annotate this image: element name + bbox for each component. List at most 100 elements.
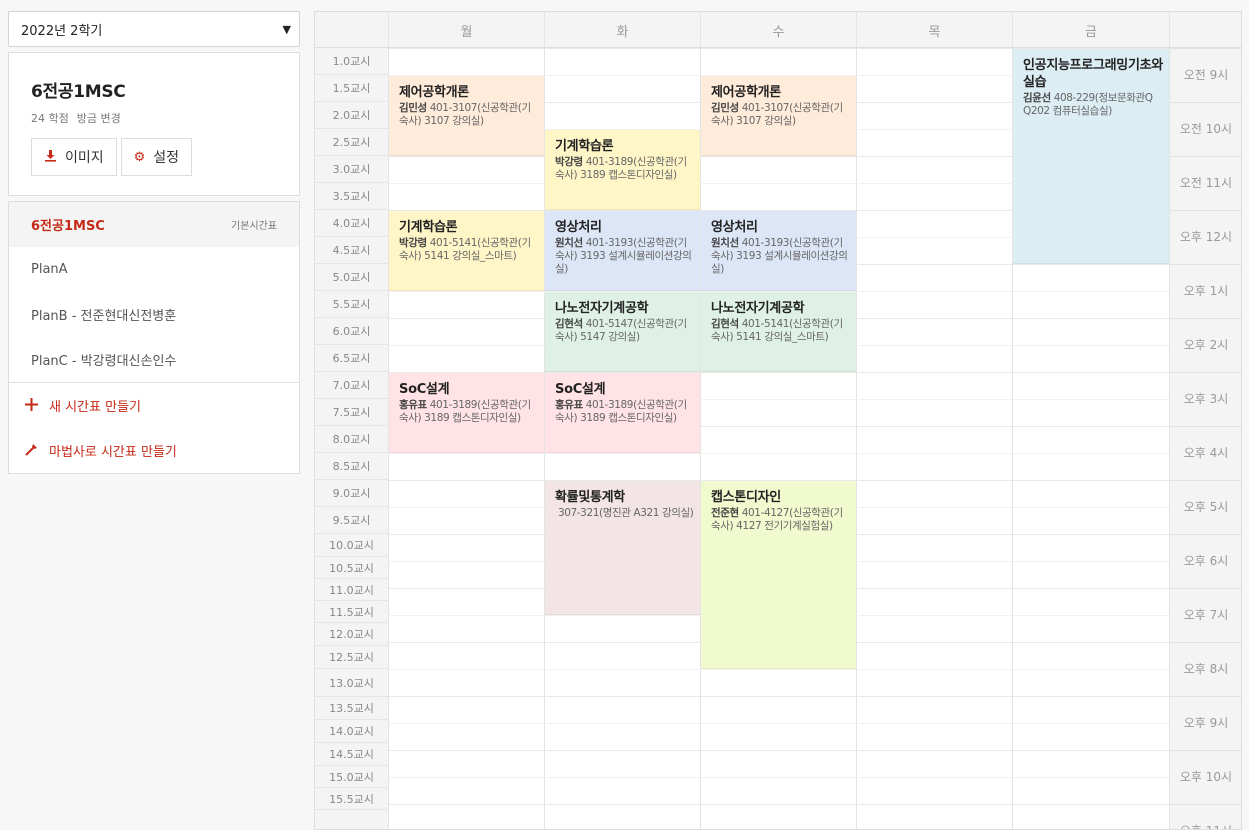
course-block[interactable]: 나노전자기계공학 김현석 401-5141(신공학관(기숙사) 5141 강의실_… [701,292,856,372]
grid-line [1169,588,1241,589]
time-label: 오후 8시 [1183,662,1229,676]
image-button-label: 이미지 [65,150,104,166]
course-professor: 홍유표 [555,399,583,411]
period-label: 10.5교시 [315,557,388,579]
course-info: 전준현 401-4127(신공학관(기숙사) 4127 전기기계실험실) [711,507,843,532]
period-label: 13.0교시 [315,669,388,697]
chevron-down-icon: ▼ [282,22,291,36]
time-label: 오전 9시 [1183,68,1229,82]
timetable-item-label: 6전공1MSC [31,219,105,234]
course-info: 김민성 401-3107(신공학관(기숙사) 3107 강의실) [711,102,843,127]
course-info: 307-321(명진관 A321 강의실) [555,507,694,519]
timetable-item-planc[interactable]: PlanC - 박강령대신손인수 [9,337,299,382]
course-block[interactable]: SoC설계 홍유표 401-3189(신공학관(기숙사) 3189 캡스톤디자인실… [389,373,544,453]
course-name: 인공지능프로그래밍기초와실습 [1023,58,1163,90]
course-name: 기계학습론 [555,139,614,154]
new-timetable-label: 새 시간표 만들기 [49,400,141,415]
grid-line [388,723,1169,724]
grid-line [1169,642,1241,643]
timetable-title: 6전공1MSC [31,82,126,102]
course-info: 김민성 401-3107(신공학관(기숙사) 3107 강의실) [399,102,531,127]
grid-line [1169,696,1241,697]
wizard-button[interactable]: 마법사로 시간표 만들기 [9,428,299,473]
new-timetable-button[interactable]: 새 시간표 만들기 [9,383,299,428]
course-block[interactable]: 캡스톤디자인전준현 401-4127(신공학관(기숙사) 4127 전기기계실험… [701,481,856,669]
course-info: 홍유표 401-3189(신공학관(기숙사) 3189 캡스톤디자인실) [555,399,687,424]
course-block[interactable]: 확률및통계학 307-321(명진관 A321 강의실) [545,481,700,615]
course-professor: 원치선 [555,237,583,249]
grid-line [388,777,1169,778]
grid-line [1169,156,1241,157]
course-name: 영상처리 [555,220,602,235]
gear-icon: ⚙ [133,149,146,165]
image-button[interactable]: 이미지 [31,138,117,176]
settings-button[interactable]: ⚙ 설정 [120,138,193,176]
time-label: 오전 10시 [1179,122,1233,136]
period-label: 7.5교시 [315,399,388,426]
course-professor: 김민성 [711,102,739,114]
timetable-item-planb[interactable]: PlanB - 전준현대신전병훈 [9,292,299,337]
day-tue: 화 [544,12,700,48]
grid-line [388,696,1169,697]
period-label: 9.5교시 [315,507,388,534]
course-block[interactable]: SoC설계홍유표 401-3189(신공학관(기숙사) 3189 캡스톤디자인실… [545,373,700,453]
sidebar: 2022년 2학기 ▼ 6전공1MSC 24 학점 방금 변경 이미지 ⚙ 설정… [8,11,300,474]
course-info: 김윤선 408-229(정보문화관Q Q202 컴퓨터실습실) [1023,92,1153,117]
plus-icon [23,397,39,415]
time-label: 오후 7시 [1183,608,1229,622]
course-info: 박강령 401-3189(신공학관(기숙사) 3189 캡스톤디자인실) [555,156,687,181]
period-label: 7.0교시 [315,372,388,399]
course-block[interactable]: 영상처리 원치선 401-3193(신공학관(기숙사) 3193 설계시뮬레이션강… [701,211,856,291]
timetable-list: 6전공1MSC 기본시간표 PlanA PlanB - 전준현대신전병훈 Pla… [8,201,300,474]
semester-value: 2022년 2학기 [21,23,103,39]
course-name: 제어공학개론 [711,85,781,100]
course-block[interactable]: 인공지능프로그래밍기초와실습 김윤선 408-229(정보문화관Q Q202 컴퓨… [1013,49,1169,264]
day-wed: 수 [700,12,856,48]
time-label: 오후 3시 [1183,392,1229,406]
period-label: 4.5교시 [315,237,388,264]
grid-line [388,453,1169,454]
timetable-item-main[interactable]: 6전공1MSC 기본시간표 [9,202,299,247]
period-label: 2.5교시 [315,129,388,156]
timetable-item-plana[interactable]: PlanA [9,247,299,292]
course-name: SoC설계 [555,382,606,397]
period-label: 3.5교시 [315,183,388,210]
timetable-item-label: PlanA [31,262,68,277]
period-label: 11.0교시 [315,579,388,601]
grid-line [1169,264,1241,265]
time-label: 오전 11시 [1179,176,1233,190]
time-label: 오후 10시 [1179,770,1233,784]
grid-line [1169,534,1241,535]
grid-line [1169,804,1241,805]
course-block[interactable]: 영상처리 원치선 401-3193(신공학관(기숙사) 3193 설계시뮬레이션강… [545,211,700,291]
course-block[interactable]: 기계학습론 박강령 401-5141(신공학관(기숙사) 5141 강의실_스마트… [389,211,544,291]
period-label: 15.5교시 [315,788,388,810]
day-mon: 월 [388,12,544,48]
course-name: 캡스톤디자인 [711,490,781,505]
course-name: 나노전자기계공학 [711,301,805,316]
period-label: 14.5교시 [315,743,388,766]
grid-line [388,750,1169,751]
semester-select[interactable]: 2022년 2학기 ▼ [8,11,300,47]
course-block[interactable]: 제어공학개론김민성 401-3107(신공학관(기숙사) 3107 강의실) [701,76,856,156]
grid-line [1169,750,1241,751]
period-label: 5.5교시 [315,291,388,318]
day-header: 월 화 수 목 금 [315,12,1241,48]
course-professor: 전준현 [711,507,739,519]
course-professor: 원치선 [711,237,739,249]
course-info: 김현석 401-5147(신공학관(기숙사) 5147 강의실) [555,318,687,343]
timetable-grid: 1.0교시 1.5교시 2.0교시 2.5교시 3.0교시 3.5교시 4.0교시 4.5교시… [314,11,1242,830]
period-label: 9.0교시 [315,480,388,507]
course-block[interactable]: 기계학습론박강령 401-3189(신공학관(기숙사) 3189 캡스톤디자인실… [545,130,700,210]
time-label: 오후 1시 [1183,284,1229,298]
period-label: 6.5교시 [315,345,388,372]
period-label: 3.0교시 [315,156,388,183]
course-block[interactable]: 제어공학개론 김민성 401-3107(신공학관(기숙사) 3107 강의실) [389,76,544,156]
grid-line [1169,372,1241,373]
day-fri: 금 [1012,12,1169,48]
period-label: 5.0교시 [315,264,388,291]
grid-line [388,669,1169,670]
course-block[interactable]: 나노전자기계공학 김현석 401-5147(신공학관(기숙사) 5147 강의실) [545,292,700,372]
day-thu: 목 [856,12,1012,48]
course-name: SoC설계 [399,382,450,397]
